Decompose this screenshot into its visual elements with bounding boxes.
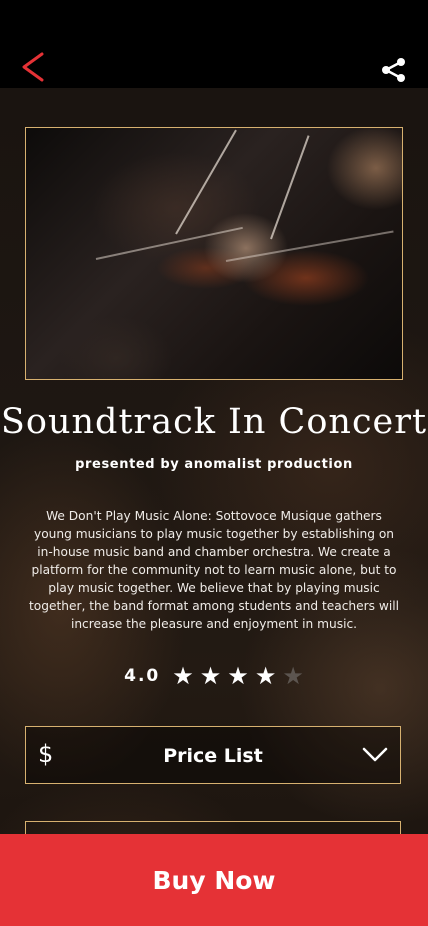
star-filled-icon: ★ bbox=[254, 662, 277, 690]
event-hero-image bbox=[25, 127, 403, 380]
event-description: We Don't Play Music Alone: Sottovoce Mus… bbox=[29, 509, 399, 631]
star-filled-icon: ★ bbox=[227, 662, 249, 690]
star-filled-icon: ★ bbox=[172, 662, 194, 690]
top-bar bbox=[0, 0, 428, 88]
chevron-left-icon[interactable] bbox=[18, 50, 48, 84]
price-list-dropdown[interactable]: $ Price List bbox=[25, 726, 401, 784]
chevron-down-icon bbox=[362, 747, 388, 762]
price-list-label: Price List bbox=[163, 745, 263, 767]
share-icon[interactable] bbox=[380, 56, 408, 84]
rating: 4.0 ★ ★ ★ ★ ★ bbox=[0, 664, 428, 688]
event-title: Soundtrack In Concert bbox=[0, 402, 428, 442]
rating-value: 4.0 bbox=[124, 666, 161, 686]
star-filled-icon: ★ bbox=[199, 662, 222, 690]
star-empty-icon: ★ bbox=[282, 662, 304, 690]
buy-now-button[interactable]: Buy Now bbox=[0, 834, 428, 926]
buy-now-label: Buy Now bbox=[152, 865, 276, 895]
event-subtitle: presented by anomalist production bbox=[75, 457, 353, 472]
